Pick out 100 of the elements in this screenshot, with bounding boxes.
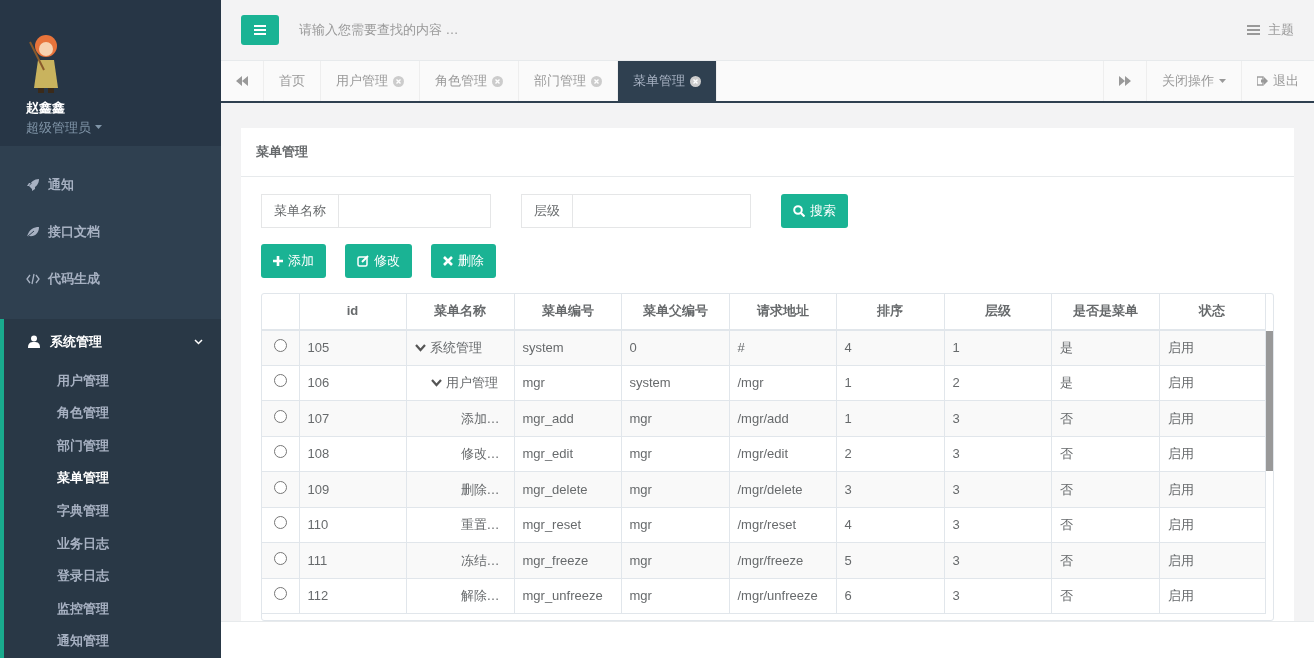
table-cell: 0 <box>621 329 729 365</box>
table-cell: 3 <box>944 471 1051 507</box>
table-cell: 3 <box>944 436 1051 472</box>
radio-button[interactable] <box>273 587 287 600</box>
action-button[interactable]: 修改 <box>345 243 412 278</box>
column-header: 状态 <box>1159 293 1265 330</box>
table-cell: 否 <box>1051 471 1159 507</box>
leaf-icon <box>26 226 40 239</box>
table-cell: 3 <box>944 578 1051 614</box>
nav-item[interactable]: 系统管理 <box>4 318 221 365</box>
page-tab[interactable]: 首页 <box>264 61 321 101</box>
table-cell: 6 <box>836 578 944 614</box>
page-tab[interactable]: 用户管理 <box>321 61 420 101</box>
table-cell: 否 <box>1051 436 1159 472</box>
table-cell: 1 <box>836 400 944 436</box>
column-header: 请求地址 <box>729 293 836 330</box>
table-cell: 5 <box>836 542 944 578</box>
chevron-icon[interactable] <box>430 378 442 387</box>
tree-cell-text: 删除… <box>459 480 501 499</box>
table-cell: mgr_freeze <box>514 542 621 578</box>
nav-item[interactable]: 接口文档 <box>0 208 221 256</box>
submenu-item[interactable]: 业务日志 <box>4 527 221 561</box>
table-cell: 4 <box>836 507 944 543</box>
action-button[interactable]: 删除 <box>431 243 496 278</box>
search-field[interactable]: 请输入您需要查找的内容 … <box>297 19 597 41</box>
submenu-item[interactable]: 用户管理 <box>4 364 221 398</box>
search-icon <box>793 204 805 217</box>
submenu-item[interactable]: 菜单管理 <box>4 462 221 496</box>
menu-button[interactable] <box>241 15 279 45</box>
role-dropdown[interactable]: 超级管理员 <box>26 117 221 137</box>
table-cell: 启用 <box>1159 436 1265 472</box>
radio-button[interactable] <box>273 374 287 387</box>
column-header: 是否是菜单 <box>1051 293 1159 330</box>
table-cell: 3 <box>944 507 1051 543</box>
submenu-item[interactable]: 登录日志 <box>4 560 221 593</box>
tree-cell-text: 修改… <box>459 445 501 463</box>
scrollbar[interactable] <box>1266 330 1273 471</box>
submenu-item[interactable]: 监控管理 <box>4 592 221 626</box>
logout-button[interactable]: 退出 <box>1242 61 1314 101</box>
table-cell: 2 <box>944 365 1051 401</box>
theme-button[interactable]: 主题 <box>1247 20 1294 40</box>
plus-icon <box>273 255 283 266</box>
chevron-icon[interactable] <box>414 343 426 352</box>
radio-button[interactable] <box>273 338 287 352</box>
search-button[interactable]: 搜索 <box>781 193 848 228</box>
table-cell: 3 <box>944 400 1051 436</box>
submenu-item[interactable]: 通知管理 <box>4 625 221 658</box>
close-icon <box>492 75 503 87</box>
user-name: 赵鑫鑫 <box>26 99 66 117</box>
submenu-item[interactable]: 部门管理 <box>4 429 221 463</box>
table-cell: 否 <box>1051 542 1159 578</box>
filter-field[interactable]: 层级 <box>521 193 751 228</box>
tree-cell-text: 添加… <box>459 409 501 428</box>
menu-icon <box>254 25 266 35</box>
table-cell: /mgr/delete <box>729 471 836 507</box>
table-cell: 1 <box>944 329 1051 365</box>
table-cell: 是 <box>1051 329 1159 365</box>
table-cell: mgr_delete <box>514 471 621 507</box>
table-cell: system <box>514 329 621 365</box>
radio-button[interactable] <box>273 551 287 565</box>
table-cell: 启用 <box>1159 329 1265 365</box>
close-menu-button[interactable]: 关闭操作 <box>1147 61 1242 101</box>
radio-button[interactable] <box>273 409 287 423</box>
submenu-item[interactable]: 角色管理 <box>4 397 221 430</box>
table-cell: 启用 <box>1159 507 1265 543</box>
table-cell: mgr <box>621 400 729 436</box>
table-cell: 105 <box>299 329 406 365</box>
filter-field[interactable]: 菜单名称 <box>261 193 491 228</box>
table-cell: mgr <box>621 436 729 472</box>
page-tab[interactable]: 菜单管理 <box>618 61 717 101</box>
page-tab[interactable]: 角色管理 <box>420 61 519 101</box>
radio-button[interactable] <box>273 480 287 494</box>
table-cell: 启用 <box>1159 578 1265 614</box>
caret-icon <box>1219 79 1226 83</box>
table-cell: 启用 <box>1159 365 1265 401</box>
column-header: 菜单父编号 <box>621 293 729 330</box>
edit-icon <box>357 254 369 267</box>
close-icon <box>591 75 602 87</box>
tree-cell-text: 解除… <box>459 587 501 605</box>
tree-cell: 用户管理 <box>414 373 506 393</box>
caret-icon <box>95 125 102 130</box>
scroll-right-button[interactable] <box>1103 61 1147 101</box>
table-cell: /mgr/reset <box>729 507 836 543</box>
radio-button[interactable] <box>273 516 287 529</box>
table-cell: /mgr <box>729 365 836 401</box>
table-cell: 2 <box>836 436 944 472</box>
table-cell: 4 <box>836 329 944 365</box>
table-cell: 是 <box>1051 365 1159 401</box>
table-cell: mgr <box>621 542 729 578</box>
column-header: 菜单编号 <box>514 293 621 330</box>
column-header: 层级 <box>944 293 1051 330</box>
nav-item[interactable]: 代码生成 <box>0 255 221 303</box>
column-header: 排序 <box>836 293 944 330</box>
action-button[interactable]: 添加 <box>261 243 326 278</box>
close-icon <box>690 75 701 87</box>
rocket-icon <box>26 178 40 193</box>
submenu-item[interactable]: 字典管理 <box>4 495 221 528</box>
radio-button[interactable] <box>273 445 287 458</box>
nav-item[interactable]: 通知 <box>0 161 221 209</box>
table-cell: 否 <box>1051 578 1159 614</box>
